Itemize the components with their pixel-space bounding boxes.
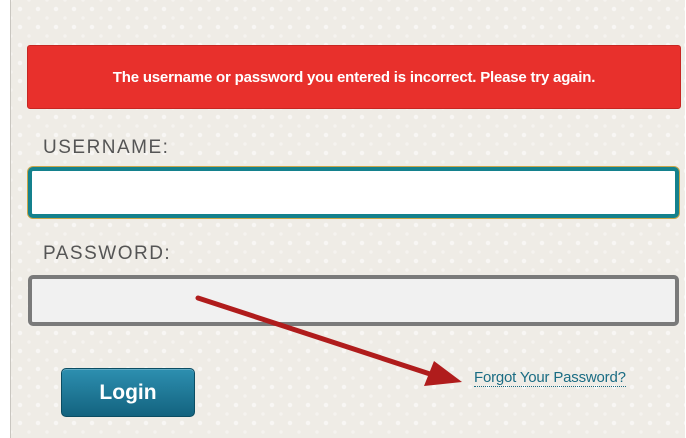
login-button[interactable]: Login — [61, 368, 195, 417]
forgot-password-link[interactable]: Forgot Your Password? — [474, 369, 626, 387]
username-label: USERNAME: — [43, 137, 170, 158]
password-label: PASSWORD: — [43, 243, 172, 264]
error-message: The username or password you entered is … — [112, 68, 596, 86]
password-input[interactable] — [28, 275, 679, 326]
login-panel: The username or password you entered is … — [10, 0, 685, 438]
username-input[interactable] — [28, 167, 679, 218]
error-alert: The username or password you entered is … — [27, 45, 681, 109]
